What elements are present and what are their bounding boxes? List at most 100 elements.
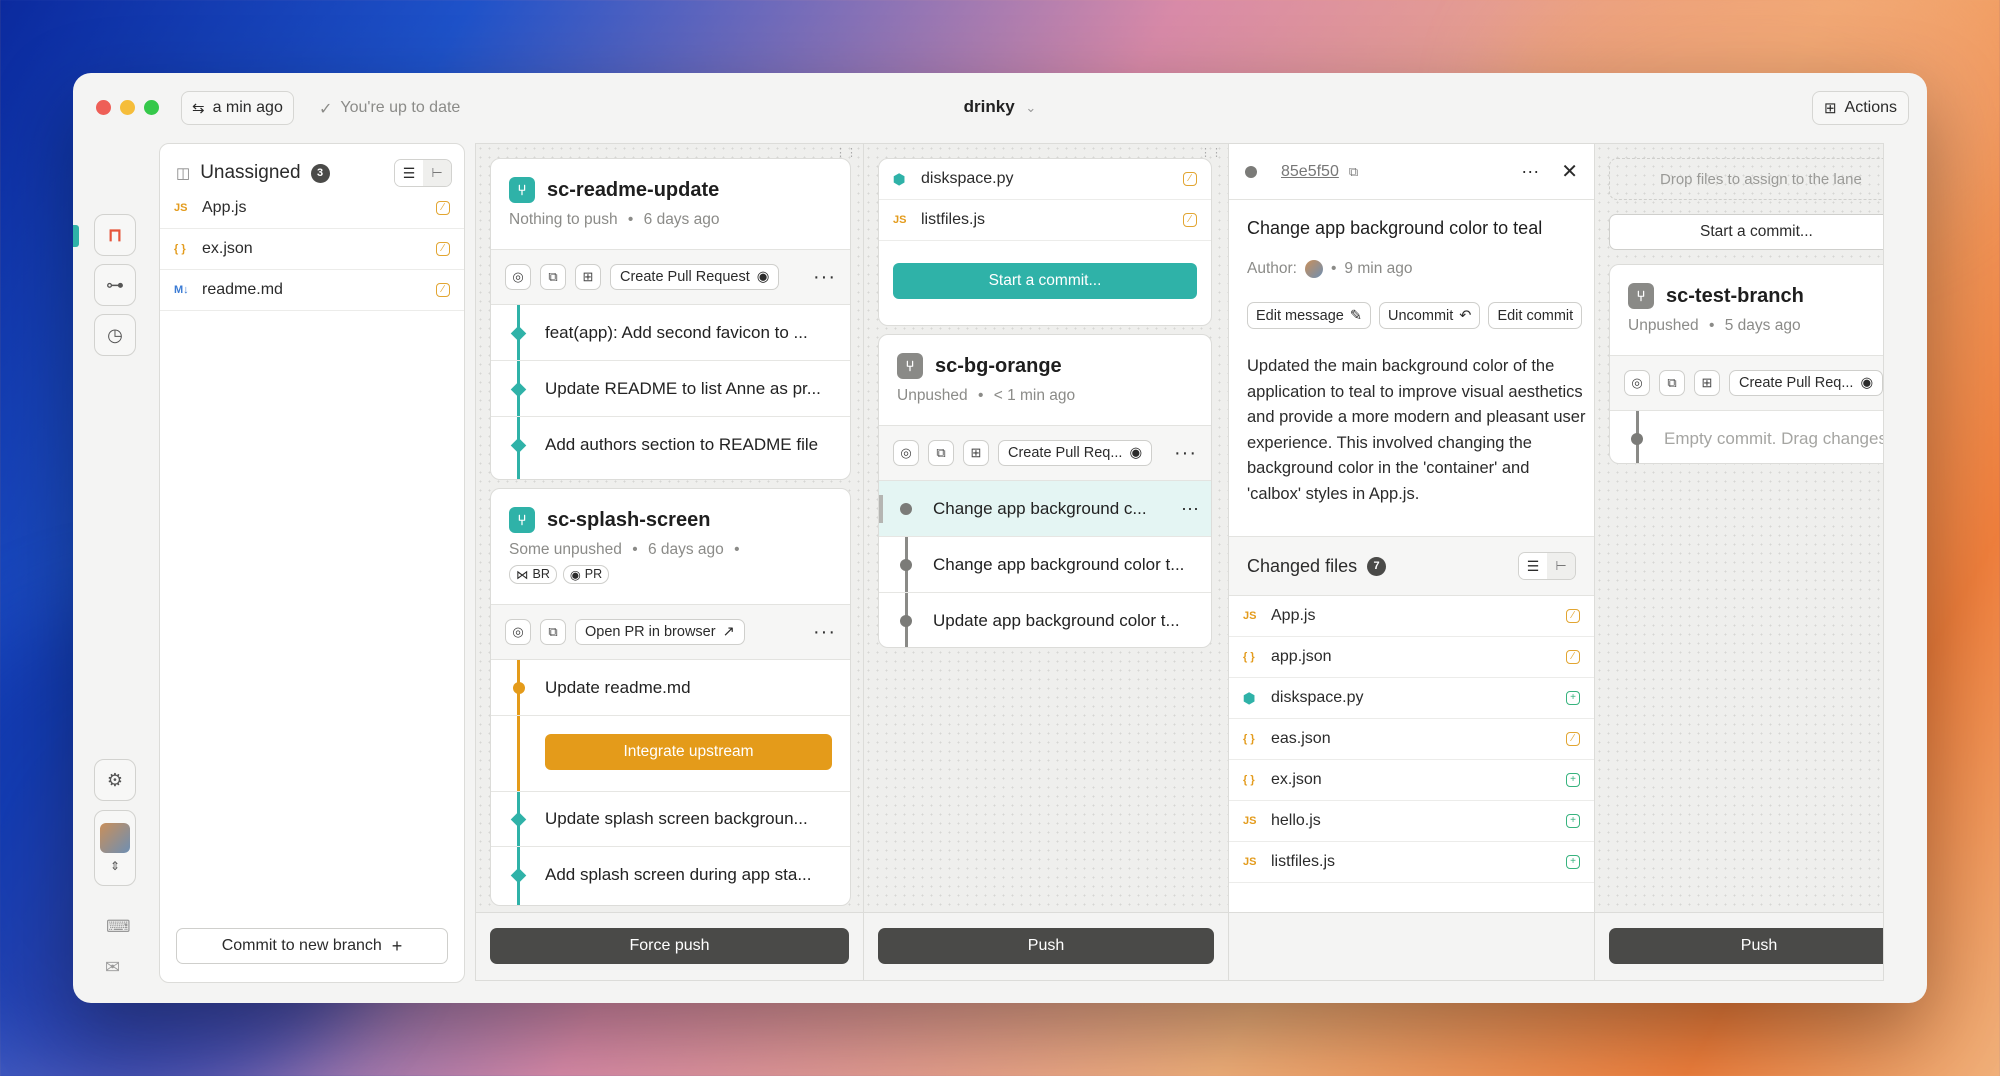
commit-row[interactable]: Add splash screen during app sta... xyxy=(491,847,850,903)
branch-header[interactable]: ⑂ sc-bg-orange xyxy=(897,353,1075,379)
commit-row[interactable]: Change app background color t... xyxy=(879,537,1211,593)
file-row[interactable]: { } ex.json ∕ xyxy=(160,229,464,270)
project-selector[interactable]: drinky ⌄ xyxy=(73,97,1927,117)
commit-row[interactable]: Update app background color t... xyxy=(879,593,1211,647)
file-name: diskspace.py xyxy=(1271,689,1364,706)
edit-commit-button[interactable]: Edit commit xyxy=(1488,302,1583,329)
file-row[interactable]: M↓ readme.md ∕ xyxy=(160,270,464,311)
target-icon[interactable]: ◎ xyxy=(893,440,919,466)
workspace-button[interactable]: ⊓ xyxy=(94,214,136,256)
file-row[interactable]: ⬢ diskspace.py ∕ xyxy=(879,159,1211,200)
more-icon[interactable]: ··· xyxy=(1181,498,1199,519)
add-commit-icon[interactable]: ⊞ xyxy=(963,440,989,466)
br-tag[interactable]: ⋈ BR xyxy=(509,565,557,584)
create-pull-request-button[interactable]: Create Pull Req... ◉ xyxy=(998,440,1153,466)
keyboard-icon[interactable]: ⌨ xyxy=(106,917,131,937)
branch-toolbar: ◎ ⧉ ⊞ Create Pull Request ◉ ··· xyxy=(491,249,850,305)
list-view-icon[interactable]: ☰ xyxy=(1519,553,1547,579)
target-icon[interactable]: ◎ xyxy=(505,264,531,290)
list-view-icon[interactable]: ☰ xyxy=(395,160,423,186)
create-pull-request-button[interactable]: Create Pull Req... ◉ xyxy=(1729,370,1883,396)
force-push-button[interactable]: Force push xyxy=(490,928,849,964)
close-icon[interactable]: ✕ xyxy=(1561,159,1578,184)
push-button[interactable]: Push xyxy=(1609,928,1883,964)
commit-title: Update app background color t... xyxy=(933,611,1180,630)
commit-row[interactable]: feat(app): Add second favicon to ... xyxy=(491,305,850,361)
active-indicator xyxy=(73,225,79,247)
copy-icon[interactable]: ⧉ xyxy=(928,440,954,466)
drag-handle-icon[interactable]: ⋮⋮ xyxy=(1200,146,1222,159)
target-icon[interactable]: ◎ xyxy=(505,619,531,645)
more-icon[interactable]: ··· xyxy=(813,266,836,289)
tree-view-icon[interactable]: ⊢ xyxy=(1547,553,1575,579)
file-row[interactable]: JS App.js ∕ xyxy=(1229,596,1594,637)
target-icon[interactable]: ◎ xyxy=(1624,370,1650,396)
python-file-icon: ⬢ xyxy=(1243,689,1256,706)
branch-header[interactable]: ⑂ sc-splash-screen xyxy=(509,507,746,533)
copy-icon[interactable]: ⧉ xyxy=(1349,164,1358,180)
actions-button[interactable]: ⊞ Actions xyxy=(1811,91,1909,125)
file-row[interactable]: JS App.js ∕ xyxy=(160,188,464,229)
commit-row[interactable]: Update splash screen backgroun... xyxy=(491,791,850,847)
start-commit-button[interactable]: Start a commit... xyxy=(893,263,1197,299)
project-switcher[interactable]: ⇕ xyxy=(94,810,136,886)
commit-title: Update splash screen backgroun... xyxy=(545,809,808,828)
pr-button-label: Create Pull Req... xyxy=(1008,445,1123,461)
push-button[interactable]: Push xyxy=(878,928,1214,964)
commit-node-icon xyxy=(900,559,912,571)
json-file-icon: { } xyxy=(1243,733,1255,745)
commit-time: 9 min ago xyxy=(1344,260,1413,277)
file-row[interactable]: { } app.json ∕ xyxy=(1229,637,1594,678)
drop-zone[interactable]: Drop files to assign to the lane xyxy=(1609,158,1883,200)
edit-message-button[interactable]: Edit message ✎ xyxy=(1247,302,1372,329)
branch-status: Nothing to push • 6 days ago xyxy=(509,211,720,228)
create-pull-request-button[interactable]: Create Pull Request ◉ xyxy=(610,264,780,290)
lane-2: ⋮⋮ ⬢ diskspace.py ∕ JS listfiles.js ∕ St… xyxy=(863,143,1229,981)
push-label: Push xyxy=(1027,937,1065,954)
commit-node-icon xyxy=(1245,165,1257,178)
file-row[interactable]: JS hello.js + xyxy=(1229,801,1594,842)
branch-name: sc-bg-orange xyxy=(935,354,1062,377)
title-bar: ⇆ a min ago ✓ You're up to date drinky ⌄… xyxy=(73,73,1927,143)
branch-header[interactable]: ⑂ sc-test-branch xyxy=(1628,283,1804,309)
file-row[interactable]: { } ex.json + xyxy=(1229,760,1594,801)
more-icon[interactable]: ··· xyxy=(1174,442,1197,465)
more-icon[interactable]: ··· xyxy=(1521,161,1539,182)
settings-button[interactable]: ⚙ xyxy=(94,759,136,801)
modified-icon: ∕ xyxy=(436,201,450,215)
copy-icon[interactable]: ⧉ xyxy=(1659,370,1685,396)
branches-button[interactable]: ⊶ xyxy=(94,264,136,306)
open-pr-button[interactable]: Open PR in browser ↗ xyxy=(575,619,745,645)
commit-row-selected[interactable]: Change app background c... ··· xyxy=(879,481,1211,537)
history-button[interactable]: ◷ xyxy=(94,314,136,356)
copy-icon[interactable]: ⧉ xyxy=(540,619,566,645)
pr-tag[interactable]: ◉ PR xyxy=(562,565,610,584)
empty-commit-row[interactable]: Empty commit. Drag changes here xyxy=(1610,411,1883,463)
view-toggle: ☰ ⊢ xyxy=(394,159,452,187)
add-commit-icon[interactable]: ⊞ xyxy=(1694,370,1720,396)
branch-header[interactable]: ⑂ sc-readme-update xyxy=(509,177,719,203)
file-name: app.json xyxy=(1271,648,1332,665)
copy-icon[interactable]: ⧉ xyxy=(540,264,566,290)
file-row[interactable]: JS listfiles.js ∕ xyxy=(879,200,1211,241)
file-row[interactable]: JS listfiles.js + xyxy=(1229,842,1594,883)
tree-view-icon[interactable]: ⊢ xyxy=(423,160,451,186)
add-commit-icon[interactable]: ⊞ xyxy=(575,264,601,290)
more-icon[interactable]: ··· xyxy=(813,621,836,644)
commit-row[interactable]: Update readme.md xyxy=(491,660,850,716)
file-row[interactable]: ⬢ diskspace.py + xyxy=(1229,678,1594,719)
commit-row[interactable]: Add authors section to README file xyxy=(491,417,850,473)
branch-icon: ⑂ xyxy=(897,353,923,379)
file-row[interactable]: { } eas.json ∕ xyxy=(1229,719,1594,760)
added-icon: + xyxy=(1566,814,1580,828)
commit-hash[interactable]: 85e5f50 xyxy=(1281,163,1339,181)
start-commit-button[interactable]: Start a commit... xyxy=(1609,214,1883,250)
uncommit-button[interactable]: Uncommit ↶ xyxy=(1379,302,1481,329)
commit-row[interactable]: Update README to list Anne as pr... xyxy=(491,361,850,417)
mail-icon[interactable]: ✉ xyxy=(105,957,120,978)
js-file-icon: JS xyxy=(1243,815,1257,827)
branch-toolbar: ◎ ⧉ ⊞ Create Pull Req... ◉ xyxy=(1610,355,1883,411)
commit-to-new-branch-button[interactable]: Commit to new branch + xyxy=(176,928,448,964)
integrate-upstream-button[interactable]: Integrate upstream xyxy=(545,734,832,770)
branch-card-readme-update: ⑂ sc-readme-update Nothing to push • 6 d… xyxy=(490,158,851,480)
